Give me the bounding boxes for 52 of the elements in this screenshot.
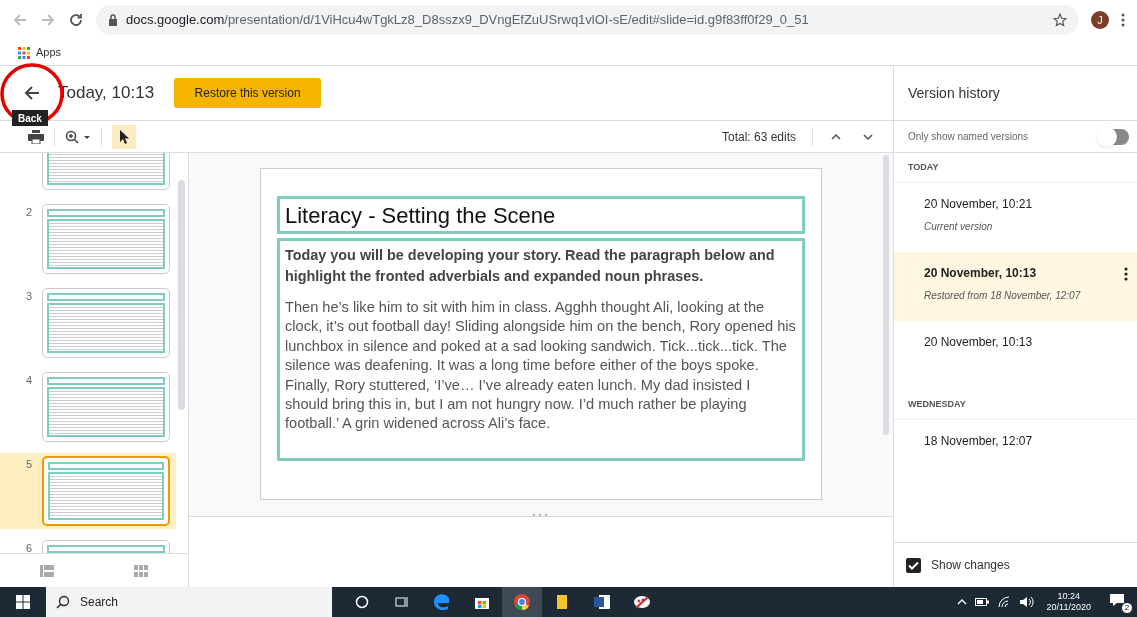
address-bar[interactable]: docs.google.com/presentation/d/1ViHcu4wTgkLz8_D8sszx9_DVngEfZuUSrwq1vlOI-sE/edit#slide=id.g9f83ff0f29_0_51: [96, 5, 1079, 35]
named-versions-toggle[interactable]: [1099, 128, 1129, 145]
notification-icon[interactable]: [1109, 593, 1125, 607]
story-paragraph: Then he’s like him to sit with him in class. Agghh thought Ali, looking at the clock, it’s out football day! Sliding alongside him on the bench, Rory opened his lunchbox in silence and poked at a sad looking sandwich. Tick...tick...tick. The silence was deafening. It was a long time before either of the boys spoke. Finally, Rory stuttered, ‘I’ve… I’ve already eaten lunch. My dad insisted I should bring this in, but I am not hungry now. I’d much rather be playing football.’ A grin widened across Ali’s face.: [285, 298, 797, 434]
lock-icon: [108, 14, 118, 26]
slide-number: 2: [25, 205, 34, 220]
search-icon: [56, 595, 70, 609]
checkbox-label: Show changes: [931, 557, 1010, 574]
taskbar-search[interactable]: Search: [46, 587, 332, 617]
slide-number: 5: [25, 457, 34, 472]
group-heading: TODAY: [908, 160, 939, 174]
clock-time[interactable]: 10:24: [1057, 591, 1081, 602]
scrollbar-thumb[interactable]: [178, 180, 185, 410]
slide-thumbnail[interactable]: [42, 288, 170, 358]
restore-button[interactable]: Restore this version: [174, 78, 322, 108]
panel-title: Version history: [908, 83, 1000, 103]
url-text: docs.google.com/presentation/d/1ViHcu4wTgkLz8_D8sszx9_DVngEfZuUSrwq1vlOI-sE/edit#slide=id.g9f83ff0f29_0_51: [126, 11, 809, 30]
toggle-label: Only show named versions: [908, 130, 1030, 144]
slide-thumbnail[interactable]: [42, 456, 170, 526]
bookmark-link[interactable]: Apps: [36, 44, 62, 61]
speaker-icon[interactable]: [1018, 596, 1035, 608]
chevron-up-icon[interactable]: [829, 133, 843, 140]
instruction-text: Today you will be developing your story. Read the paragraph below and highlight the fronted adverbials and expanded noun phrases.: [285, 246, 776, 286]
reload-icon[interactable]: [68, 12, 84, 28]
slide-number: 4: [25, 373, 34, 388]
clock-date[interactable]: 20/11/2020: [1046, 602, 1091, 613]
show-changes-checkbox[interactable]: [906, 557, 921, 573]
more-menu-icon[interactable]: [1121, 13, 1125, 27]
wifi-icon[interactable]: [996, 596, 1011, 608]
pointer-icon[interactable]: [112, 124, 136, 149]
zoom-icon[interactable]: [65, 129, 91, 144]
chevron-down-icon[interactable]: [861, 133, 875, 140]
resize-handle-icon[interactable]: [531, 513, 549, 517]
more-menu-icon[interactable]: [1124, 267, 1128, 281]
edit-count: Total: 63 edits: [721, 128, 796, 146]
slide-thumbnail[interactable]: [42, 372, 170, 442]
version-entry[interactable]: 20 November, 10:13 Restored from 18 November, 12:07: [894, 252, 1137, 321]
battery-icon[interactable]: [974, 598, 989, 606]
slide-thumbnail[interactable]: [42, 204, 170, 274]
slide-title: Literacy - Setting the Scene: [277, 196, 805, 234]
star-icon[interactable]: [1053, 13, 1067, 27]
apps-grid-icon[interactable]: [18, 46, 30, 59]
slide-number: 3: [25, 289, 34, 304]
group-heading: WEDNESDAY: [908, 397, 966, 411]
chevron-up-icon[interactable]: [956, 599, 967, 605]
profile-avatar[interactable]: J: [1091, 11, 1109, 29]
back-tooltip: Back: [12, 110, 48, 126]
scrollbar-thumb[interactable]: [883, 155, 889, 435]
chrome-browser-icon[interactable]: [502, 587, 542, 617]
notification-count: 2: [1121, 602, 1133, 614]
slide-number: 6: [25, 541, 34, 553]
print-icon[interactable]: [28, 129, 44, 144]
